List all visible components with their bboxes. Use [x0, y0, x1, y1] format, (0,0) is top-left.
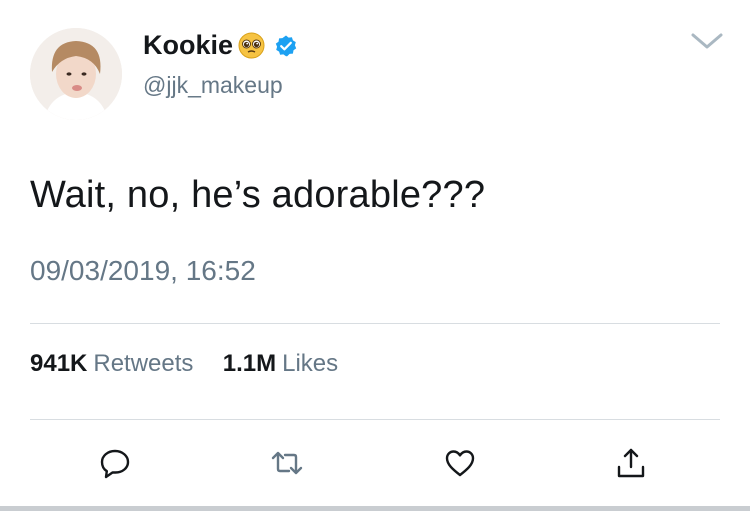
- retweet-icon: [271, 451, 303, 475]
- retweets-stat[interactable]: 941K Retweets: [30, 350, 200, 377]
- share-icon: [617, 448, 645, 478]
- divider: [30, 323, 720, 324]
- display-name[interactable]: Kookie: [143, 30, 298, 61]
- tweet-stats: 941K Retweets 1.1M Likes: [30, 350, 338, 378]
- display-name-text: Kookie: [143, 30, 234, 60]
- share-button[interactable]: [614, 446, 648, 480]
- avatar[interactable]: [30, 28, 122, 120]
- reply-icon: [100, 449, 130, 479]
- heart-icon: [445, 450, 475, 477]
- divider: [30, 419, 720, 420]
- bottom-edge: [0, 506, 750, 511]
- likes-label: Likes: [282, 350, 339, 377]
- retweets-count: 941K: [30, 350, 88, 377]
- tweet-card: Kookie @jjk_makeup Wait, no, he’s adorab…: [0, 0, 750, 511]
- likes-count: 1.1M: [222, 350, 277, 377]
- like-button[interactable]: [443, 446, 477, 480]
- reply-button[interactable]: [98, 446, 132, 480]
- tweet-text: Wait, no, he’s adorable???: [30, 174, 486, 216]
- tweet-timestamp[interactable]: 09/03/2019, 16:52: [30, 255, 256, 287]
- chevron-down-icon[interactable]: [690, 30, 724, 52]
- verified-badge-icon: [274, 34, 298, 58]
- retweets-label: Retweets: [93, 350, 194, 377]
- user-handle[interactable]: @jjk_makeup: [143, 72, 283, 99]
- likes-stat[interactable]: 1.1M Likes: [223, 350, 338, 377]
- retweet-button[interactable]: [270, 446, 304, 480]
- pleading-face-icon: [238, 32, 265, 59]
